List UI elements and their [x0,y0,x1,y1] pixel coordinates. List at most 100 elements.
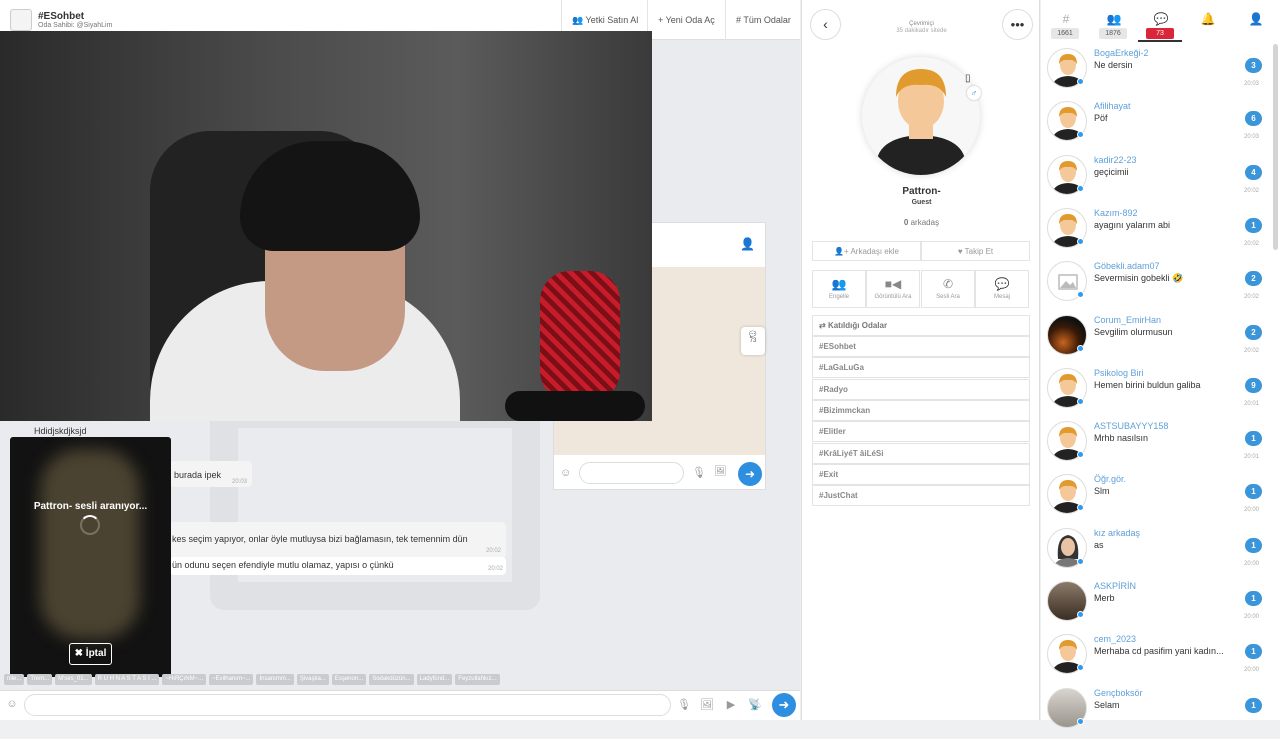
users-cog-icon: 👥 [572,15,586,25]
joined-room-item[interactable]: #Radyo [812,379,1030,400]
hash-icon: # [1062,12,1070,26]
video-camera-icon: ■◀ [884,277,902,291]
conversation-item[interactable]: kadir22-23 geçicimii 4 20:02 [1041,153,1271,206]
profile-panel: ‹ ••• Çevrimiçi 35 dakikadır sitede ▯ ♂ … [801,0,1040,720]
conversation-time: 20:01 [1244,454,1260,461]
room-tag[interactable]: İnsanımm... [256,674,294,685]
conversation-last-message: Selam [1094,699,1120,710]
user-icon: 👤 [1248,12,1264,26]
conversation-item[interactable]: Göbekli.adam07 Severmisin gobekli 🤣 2 20:02 [1041,259,1271,312]
heart-icon: ♥ [957,247,965,256]
emoji-icon[interactable]: ☺ [560,467,571,479]
conversation-name: Öğr.gör. [1094,474,1127,485]
user-icon[interactable]: 👤 [740,237,755,251]
broadcast-icon[interactable]: 📡 [747,698,763,711]
cancel-call-button[interactable]: ✖ İptal [69,643,112,665]
room-tag[interactable]: R U H N A S T A S I ... [94,674,160,685]
room-tag[interactable]: ~HıRÇıNM~... [162,674,207,685]
tab-notifications[interactable]: 🔔 [1185,0,1231,42]
online-status-dot [1077,717,1084,725]
room-image-icon [10,9,32,31]
scrollbar[interactable] [1273,44,1278,250]
tab-profile[interactable]: 👤 [1233,0,1279,42]
joined-room-item[interactable]: #KrâLiyéT âiLéSi [812,443,1030,464]
tab-users[interactable]: 👥 1876 [1091,0,1137,42]
loading-spinner-icon [80,515,100,535]
microphone-icon[interactable]: 🎙 [692,466,706,479]
message-input[interactable] [24,694,671,716]
online-status-dot [1077,557,1084,565]
comments-icon: 💬 [1153,12,1169,26]
message-button[interactable]: 💬 Mesaj [975,270,1029,308]
message-count-button[interactable]: 💬 73 [741,327,765,355]
conversation-last-message: ayagını yalarım abi [1094,219,1171,230]
private-message-input[interactable] [579,462,684,484]
send-button[interactable]: ➜ [738,462,762,486]
unread-count-badge: 9 [1245,377,1262,393]
image-icon[interactable]: 🖼 [699,698,715,711]
online-status-dot [1077,397,1084,405]
tab-rooms[interactable]: #1661 [1043,0,1089,42]
conversation-item[interactable]: Kazım-892 ayagını yalarım abi 1 20:02 [1041,206,1271,259]
voice-call-button[interactable]: ✆ Sesli Ara [921,270,975,308]
conversation-item[interactable]: BogaErkeği-2 Ne dersin 3 20:03 [1041,46,1271,99]
conversation-item[interactable]: ASKPİRİN Merb 1 20:00 [1041,579,1271,632]
conversation-item[interactable]: ASTSUBAYYY158 Mrhb nasılsın 1 20:01 [1041,419,1271,472]
video-stream[interactable] [0,31,652,421]
room-tag[interactable]: Trem... [27,674,53,685]
joined-room-item[interactable]: #JustChat [812,485,1030,506]
microphone-icon[interactable]: 🎙 [676,698,692,711]
online-status-dot [1077,451,1084,459]
follow-button[interactable]: ♥ Takip Et [921,241,1030,261]
conversation-time: 20:03 [1244,134,1260,141]
tab-messages[interactable]: 💬 73 [1138,0,1184,42]
conversation-item[interactable]: Öğr.gör. Slm 1 20:00 [1041,472,1271,525]
joined-room-item[interactable]: #ESohbet [812,336,1030,357]
conversation-item[interactable]: Gençboksör Selam 1 [1041,686,1271,739]
new-room-button[interactable]: + Yeni Oda Aç [647,0,725,40]
conversation-name: kız arkadaş [1094,527,1141,538]
conversation-time: 20:02 [1244,187,1260,194]
all-rooms-button[interactable]: # Tüm Odalar [725,0,801,40]
unread-count-badge: 6 [1245,111,1262,127]
conversation-time: 20:00 [1244,667,1260,674]
background-watermark [210,400,540,610]
conversation-item[interactable]: cem_2023 Merhaba cd pasifim yani kadın...… [1041,632,1271,685]
unread-count-badge: 1 [1245,431,1262,447]
emoji-icon[interactable]: ☺ [4,698,20,710]
joined-room-item[interactable]: #Elitler [812,421,1030,442]
room-tag[interactable]: Ladyfünd... [416,674,453,685]
conversation-item[interactable]: Corum_EmirHan Sevgilim olurmusun 2 20:02 [1041,313,1271,366]
joined-rooms-header: ⇄ Katıldığı Odalar [812,315,1030,336]
joined-room-item[interactable]: #LaGaLuGa [812,357,1030,378]
room-tag[interactable]: M'ses_01... [55,674,92,685]
conversation-name: Göbekli.adam07 [1094,261,1160,272]
add-friend-button[interactable]: 👤+ Arkadaşı ekle [812,241,921,261]
video-call-button[interactable]: ■◀ Görüntülü Ara [866,270,920,308]
online-status-dot [1077,664,1084,672]
profile-role: Guest [911,199,932,206]
conversation-item[interactable]: Afilihayat Pöf 6 20:03 [1041,99,1271,152]
conversation-name: Gençboksör [1094,687,1143,698]
joined-room-item[interactable]: #Bizimmckan [812,400,1030,421]
joined-room-item[interactable]: #Exit [812,464,1030,485]
male-gender-icon: ♂ [967,86,981,100]
conversation-last-message: Merhaba cd pasifim yani kadın... [1094,646,1224,657]
room-tag[interactable]: Esşenon... [331,674,367,685]
room-tag[interactable]: ~Evilhanım~... [209,674,254,685]
phone-icon: ✆ [942,277,954,291]
conversation-item[interactable]: Psikolog Biri Hemen birini buldun galiba 9… [1041,366,1271,419]
send-button[interactable]: ➜ [772,693,796,717]
block-button[interactable]: 👥 Engelle [812,270,866,308]
conversation-name: ASTSUBAYYY158 [1094,421,1169,432]
call-status-text: Pattron- sesli aranıyor... [33,501,148,512]
conversation-name: BogaErkeği-2 [1094,48,1149,58]
play-icon[interactable]: ▶ [723,698,739,711]
room-tag[interactable]: Şivaşka... [296,674,329,685]
image-icon[interactable]: 🖼 [714,466,727,477]
room-tag[interactable]: Feyzullahkız... [455,674,500,685]
conversation-time: 20:02 [1244,347,1260,354]
room-tag[interactable]: Sodakdüzün... [369,674,414,685]
room-tag[interactable]: nile... [4,674,25,685]
conversation-item[interactable]: kız arkadaş as 1 20:00 [1041,526,1271,579]
